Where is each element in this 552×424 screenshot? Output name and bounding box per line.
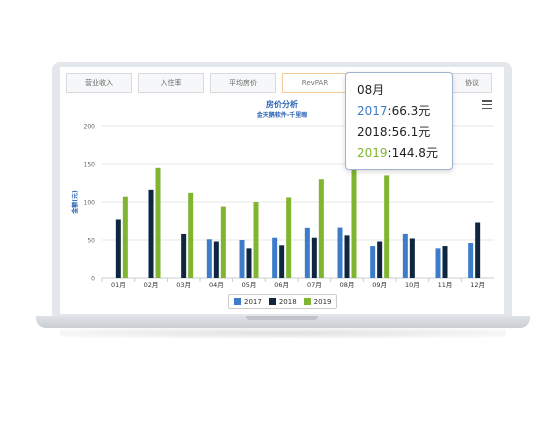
x-tick-label: 09月	[372, 281, 387, 289]
tooltip-value: :144.8元	[387, 146, 438, 160]
y-tick-label: 200	[84, 124, 96, 131]
legend-swatch	[234, 298, 241, 305]
tooltip-value: :66.3元	[387, 104, 431, 118]
bar	[442, 246, 448, 278]
bar	[188, 192, 194, 278]
bar	[279, 245, 285, 278]
laptop-shadow	[60, 328, 506, 338]
y-tick-label: 0	[91, 276, 95, 283]
bar	[384, 175, 390, 278]
bar	[475, 222, 481, 278]
bar	[253, 202, 259, 278]
bar	[220, 206, 226, 278]
bar	[286, 197, 292, 278]
x-tick-label: 12月	[470, 281, 485, 289]
bar	[181, 233, 187, 278]
bar	[272, 237, 278, 278]
bar	[377, 241, 383, 278]
tooltip-row-2018: 2018:56.1元	[357, 123, 430, 140]
tooltip-series: 2019	[357, 146, 388, 160]
tooltip-row-2017: 2017:66.3元	[357, 102, 430, 119]
legend-swatch	[268, 298, 276, 305]
chart-legend: 2017 2018 2019	[228, 294, 338, 309]
tooltip-row-2019: 2019:144.8元	[357, 144, 438, 161]
laptop-notch	[246, 316, 318, 320]
y-tick-label: 100	[84, 200, 96, 207]
legend-item-2019[interactable]: 2019	[303, 297, 332, 306]
x-tick-label: 07月	[307, 281, 322, 289]
legend-label: 2017	[244, 297, 262, 306]
bar	[337, 227, 343, 278]
x-tick-label: 06月	[274, 281, 289, 289]
bar	[351, 167, 357, 278]
bar	[239, 240, 245, 278]
x-tick-label: 10月	[405, 281, 420, 289]
bar	[148, 189, 154, 278]
chart-tooltip: 08月 2017:66.3元 2018:56.1元 2019:144.8元	[345, 72, 453, 170]
y-tick-label: 150	[84, 162, 96, 169]
bar	[435, 248, 441, 278]
bar	[370, 246, 376, 278]
bar	[213, 241, 219, 278]
hamburger-menu-icon[interactable]	[482, 100, 492, 110]
legend-label: 2018	[278, 297, 297, 306]
bar	[206, 239, 212, 278]
bar	[318, 179, 324, 278]
bar	[304, 227, 310, 278]
legend-item-2018[interactable]: 2018	[268, 297, 297, 306]
y-axis-title: 金额(元)	[71, 190, 79, 215]
tooltip-month: 08月	[357, 83, 385, 97]
tooltip-value: :56.1元	[387, 125, 431, 139]
bar	[122, 196, 128, 278]
tooltip-series: 2017	[357, 104, 388, 118]
bar	[402, 233, 408, 278]
legend-item-2017[interactable]: 2017	[234, 298, 262, 306]
bar	[115, 219, 121, 278]
tooltip-series: 2018	[357, 125, 388, 139]
bar	[344, 235, 350, 278]
bar	[468, 243, 474, 278]
legend-swatch	[303, 298, 311, 305]
bar	[311, 237, 317, 278]
bar	[246, 248, 252, 278]
legend-label: 2019	[313, 297, 332, 306]
x-tick-label: 02月	[144, 281, 159, 289]
bar	[409, 238, 415, 278]
x-tick-label: 11月	[438, 281, 453, 289]
y-tick-label: 50	[87, 238, 95, 245]
x-tick-label: 05月	[242, 281, 257, 289]
x-tick-label: 03月	[176, 281, 191, 289]
x-tick-label: 08月	[340, 281, 355, 289]
bar	[155, 167, 161, 278]
x-tick-label: 04月	[209, 281, 224, 289]
x-tick-label: 01月	[111, 281, 126, 289]
